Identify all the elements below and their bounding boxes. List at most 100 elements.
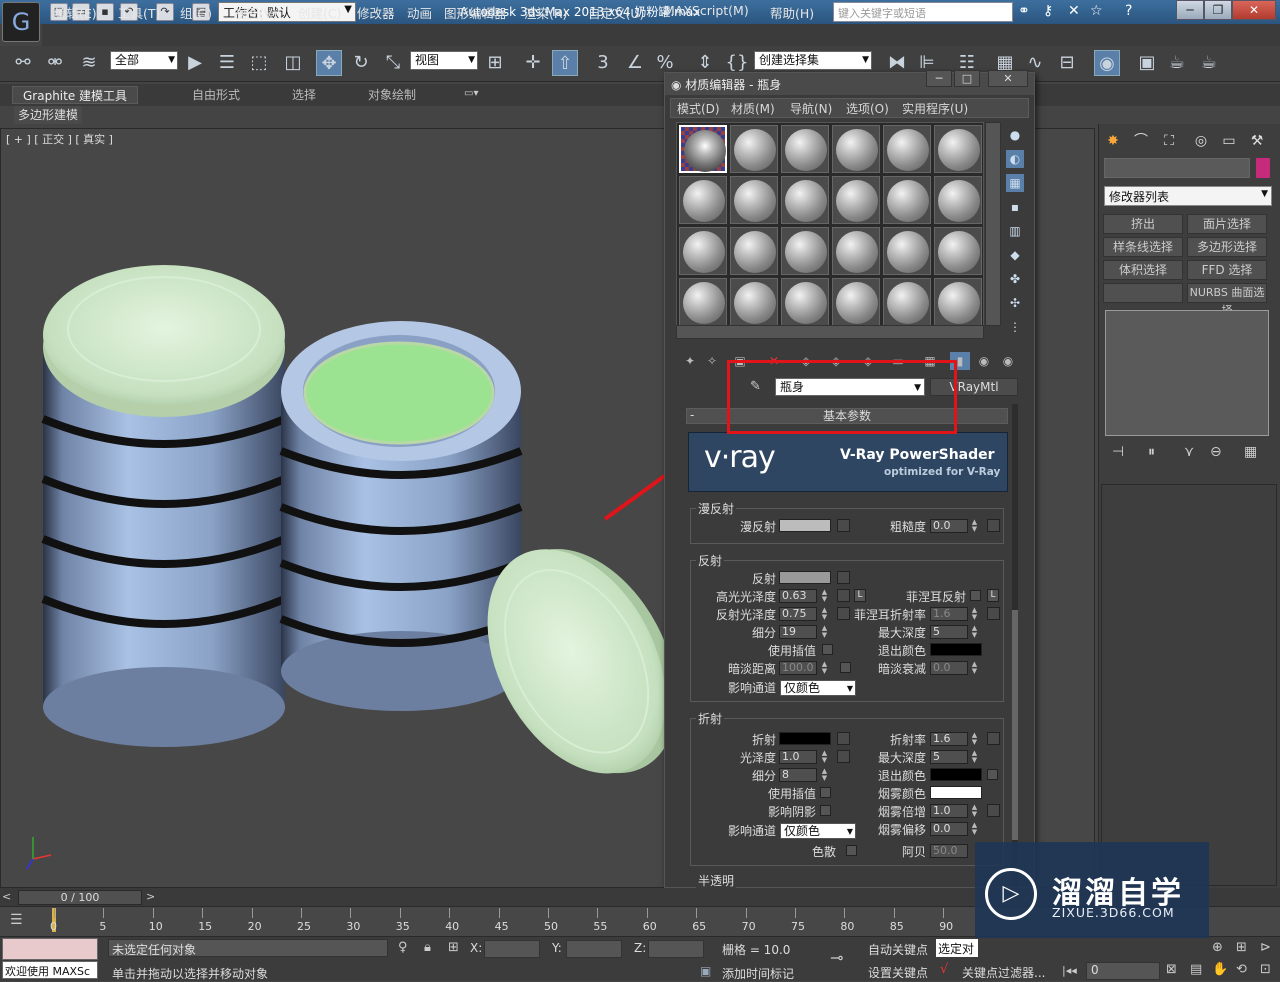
refract-color-swatch[interactable] [779, 732, 831, 745]
fresnel-ior-arrows[interactable]: ▲ ▼ [970, 607, 979, 621]
sample-slot[interactable] [679, 227, 727, 275]
sample-slot[interactable] [832, 176, 880, 224]
named-selection-select[interactable]: 创建选择集 ▼ [754, 51, 872, 70]
hilight-gloss-spinner[interactable]: 0.63 [779, 589, 817, 603]
ribbon-tab-freeform[interactable]: 自由形式 [182, 86, 250, 104]
maximize-viewport-icon[interactable]: ⊡ [1260, 962, 1271, 977]
me-maximize-button[interactable]: □ [954, 70, 980, 87]
viewport-label[interactable]: [ + ] [ 正交 ] [ 真实 ] [6, 131, 113, 147]
dim-falloff-spinner[interactable]: 0.0 [930, 661, 968, 675]
dim-distance-spinner[interactable]: 100.0 [779, 661, 817, 675]
maxscript-mini-listener[interactable]: 欢迎使用 MAXSc [2, 961, 98, 979]
mini-curve-editor-icon[interactable]: ☰ [10, 912, 23, 928]
rollout-collapse-icon[interactable]: - [690, 408, 694, 422]
refl-subdivs-arrows[interactable]: ▲ ▼ [820, 625, 829, 639]
sample-slot[interactable] [781, 278, 829, 326]
me-menu-options[interactable]: 选项(O) [846, 100, 889, 117]
link-icon[interactable]: ⚯ [10, 50, 36, 76]
refl-max-depth-arrows[interactable]: ▲ ▼ [970, 625, 979, 639]
sample-slot[interactable] [730, 278, 778, 326]
params-scroll-thumb[interactable] [1012, 610, 1018, 840]
dim-distance-checkbox[interactable] [840, 662, 851, 673]
sample-slot[interactable] [781, 176, 829, 224]
reference-coord-select[interactable]: 视图 ▼ [410, 51, 478, 70]
sample-slot[interactable] [679, 278, 727, 326]
extrude-button[interactable]: 挤出 [1103, 214, 1183, 234]
diffuse-map-button[interactable] [837, 519, 850, 532]
goto-start-icon[interactable]: |◂◂ [1062, 964, 1077, 977]
menu-create[interactable]: 创建(C) [298, 3, 341, 22]
reflect-map-button[interactable] [837, 571, 850, 584]
me-menu-utilities[interactable]: 实用程序(U) [902, 100, 968, 117]
me-menu-material[interactable]: 材质(M) [731, 100, 775, 117]
menu-rendering[interactable]: 渲染(R) [524, 3, 567, 22]
set-key-button[interactable]: 设置关键点 [868, 964, 928, 981]
patch-select-button[interactable]: 面片选择 [1187, 214, 1267, 234]
sample-slot[interactable] [832, 227, 880, 275]
zoom-all-icon[interactable]: ⊕ [1212, 940, 1223, 955]
render-production-icon[interactable]: ☕ [1196, 50, 1222, 76]
sample-slot[interactable] [883, 176, 931, 224]
selection-filter-select[interactable]: 全部 ▼ [110, 51, 178, 70]
ior-spinner[interactable]: 1.6 [930, 732, 968, 746]
app-menu-icon[interactable]: G [2, 2, 40, 42]
refl-interp-checkbox[interactable] [822, 644, 833, 655]
sample-slot[interactable] [883, 278, 931, 326]
time-prev-icon[interactable]: < [2, 890, 11, 903]
make-unique-icon[interactable]: ⋎ [1184, 444, 1194, 460]
set-key-icon[interactable]: ⊸ [830, 948, 843, 967]
restore-button[interactable]: ❐ [1204, 0, 1232, 20]
me-menu-modes[interactable]: 模式(D) [677, 100, 720, 117]
rotate-icon[interactable]: ↻ [348, 50, 374, 76]
pan-view-icon[interactable]: ✋ [1212, 962, 1228, 977]
refr-gloss-arrows[interactable]: ▲ ▼ [820, 750, 829, 764]
refr-exit-color-swatch[interactable] [930, 768, 982, 781]
help-icon[interactable]: ? [1125, 3, 1132, 19]
show-end-result-icon[interactable]: ⏸ [1148, 444, 1155, 460]
zoom-extents-icon[interactable]: ⊞ [1236, 940, 1247, 955]
diffuse-color-swatch[interactable] [779, 519, 831, 532]
select-manipulate-icon[interactable]: ✛ [520, 50, 546, 76]
time-next-icon[interactable]: > [146, 890, 155, 903]
reflect-color-swatch[interactable] [779, 571, 831, 584]
sample-slot[interactable] [832, 125, 880, 173]
bind-spacewarp-icon[interactable]: ≋ [76, 50, 102, 76]
get-material-icon[interactable]: ✦ [680, 352, 700, 370]
z-coordinate-field[interactable] [648, 940, 704, 958]
isolate-icon[interactable]: ♀ [398, 940, 408, 955]
sample-type-icon[interactable]: ● [1006, 126, 1024, 144]
configure-sets-icon[interactable]: ▦ [1244, 444, 1257, 460]
display-tab-icon[interactable]: ▭ [1218, 130, 1240, 152]
key-icon[interactable]: ⚷ [1043, 3, 1053, 19]
auto-key-button[interactable]: 自动关键点 [868, 941, 928, 958]
select-by-name-icon[interactable]: ☰ [214, 50, 240, 76]
refr-gloss-map-button[interactable] [837, 750, 850, 763]
me-minimize-button[interactable]: ─ [926, 70, 952, 87]
key-filters-button[interactable]: 关键点过滤器... [962, 964, 1045, 981]
search-input[interactable]: 键入关键字或短语 [833, 2, 1013, 22]
utilities-tab-icon[interactable]: ⚒ [1246, 130, 1268, 152]
sample-slot[interactable] [730, 227, 778, 275]
me-close-button[interactable]: ✕ [988, 70, 1028, 87]
menu-customize[interactable]: 自定义(U) [588, 3, 644, 22]
nurbs-surface-select-button[interactable]: NURBS 曲面选择 [1187, 283, 1267, 317]
motion-tab-icon[interactable]: ◎ [1190, 130, 1212, 152]
sample-slot[interactable] [781, 125, 829, 173]
window-crossing-icon[interactable]: ◫ [280, 50, 306, 76]
key-mode-toggle-icon[interactable]: ⊠ [1166, 962, 1177, 977]
refr-interp-checkbox[interactable] [820, 787, 831, 798]
dispersion-checkbox[interactable] [846, 845, 857, 856]
fog-bias-spinner[interactable]: 0.0 [930, 822, 968, 836]
sample-slot[interactable] [781, 227, 829, 275]
rect-selection-icon[interactable]: ⬚ [246, 50, 272, 76]
make-preview-icon[interactable]: ◆ [1006, 246, 1024, 264]
x-coordinate-field[interactable] [484, 940, 540, 958]
fog-color-swatch[interactable] [930, 786, 982, 799]
y-coordinate-field[interactable] [566, 940, 622, 958]
ribbon-tab-object-paint[interactable]: 对象绘制 [358, 86, 426, 104]
sample-slot[interactable] [679, 176, 727, 224]
menu-graph-editors[interactable]: 图形编辑器 [444, 3, 507, 22]
refr-subdivs-spinner[interactable]: 8 [779, 768, 817, 782]
unlink-icon[interactable]: ⚮ [42, 50, 68, 76]
fresnel-ior-spinner[interactable]: 1.6 [930, 607, 968, 621]
